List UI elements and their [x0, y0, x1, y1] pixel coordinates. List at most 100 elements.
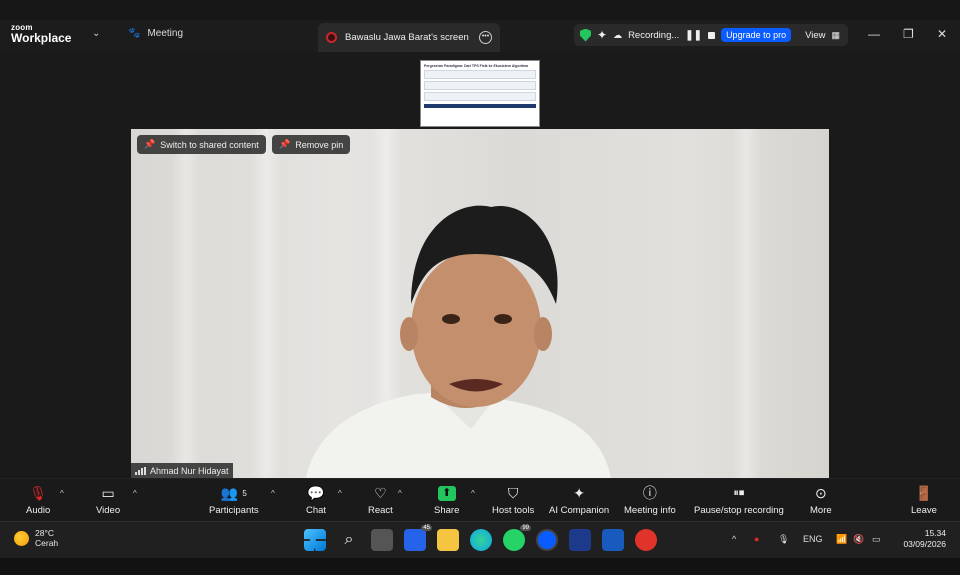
participants-button[interactable]: 👥 5 Participants [209, 483, 259, 517]
participant-name: Ahmad Nur Hidayat [150, 465, 229, 476]
remove-pin-label: Remove pin [295, 139, 344, 150]
bottom-strip [0, 558, 960, 575]
muted-mic-icon: 🎙 [29, 484, 48, 501]
restore-icon[interactable]: ❐ [903, 27, 914, 41]
minimize-icon[interactable]: — [868, 27, 880, 41]
tab-meeting-label: Meeting [147, 28, 184, 39]
pin-icon: 📌 [144, 139, 156, 149]
participants-label: Participants [209, 505, 259, 516]
mic-tray-icon[interactable]: 🎙 [778, 534, 789, 545]
leave-label: Leave [911, 505, 937, 516]
clock-date: 03/09/2026 [903, 539, 946, 550]
weather-condition: Cerah [35, 538, 59, 549]
windows-start-icon[interactable] [304, 529, 326, 551]
ai-sparkle-icon: ✦ [573, 484, 585, 501]
chat-label: Chat [306, 505, 327, 516]
audio-button[interactable]: 🎙 Audio [26, 483, 51, 517]
view-button[interactable]: View [805, 30, 825, 41]
cloud-record-icon: ☁ [613, 29, 623, 40]
participants-count: 5 [242, 488, 247, 498]
title-bar: zoom Workplace ⌄ 🐾 Meeting Bawaslu Jawa … [0, 20, 960, 52]
chat-options-caret-icon[interactable]: ^ [338, 489, 342, 498]
tab-shared-screen[interactable]: Bawaslu Jawa Barat's screen ••• [318, 23, 500, 52]
weather-widget[interactable]: 28°C Cerah [14, 528, 58, 548]
pause-stop-recording-button[interactable]: ⏸⏹ Pause/stop recording [694, 483, 784, 517]
whatsapp-icon[interactable]: 99 [503, 525, 531, 551]
more-options-icon[interactable]: ••• [479, 31, 492, 44]
whatsapp-badge: 99 [520, 525, 531, 531]
react-options-caret-icon[interactable]: ^ [398, 489, 402, 498]
share-arrow-icon: ⬆ [437, 483, 456, 503]
participant-video[interactable]: 📌 Switch to shared content 📌 Remove pin … [131, 129, 829, 478]
heart-icon: ♡ [374, 484, 387, 501]
tab-meeting[interactable]: 🐾 Meeting [128, 28, 183, 39]
thumbnail-footer-bar [424, 104, 536, 108]
app-icon[interactable] [569, 529, 591, 551]
edge-browser-icon[interactable] [470, 529, 492, 551]
recording-label: Recording... [628, 29, 680, 41]
weather-temp: 28°C [35, 528, 54, 538]
chevron-down-icon[interactable]: ⌄ [92, 28, 100, 39]
shared-content-thumbnail[interactable]: Pergeseran Paradigma: Dari TPS Fisik ke … [420, 60, 540, 127]
task-view-icon[interactable] [371, 529, 393, 551]
system-clock[interactable]: 15.34 03/09/2026 [903, 528, 946, 551]
weather-sun-icon [14, 530, 29, 546]
speaker-muted-icon[interactable]: 🔇 [853, 534, 864, 545]
switch-to-shared-content-button[interactable]: 📌 Switch to shared content [137, 135, 266, 154]
pause-icon[interactable]: ❚❚ [685, 30, 702, 41]
file-explorer-icon[interactable] [437, 529, 459, 551]
grid-icon[interactable]: ▦ [832, 30, 841, 41]
react-label: React [368, 505, 393, 516]
react-button[interactable]: ♡ React [368, 483, 393, 517]
tray-app-icon[interactable]: ● [754, 534, 759, 544]
close-icon[interactable]: ✕ [937, 27, 947, 41]
upgrade-button[interactable]: Upgrade to pro [721, 28, 792, 42]
participants-icon: 👥 5 [220, 484, 247, 501]
search-icon[interactable]: ⌕ [338, 529, 360, 551]
presenter-avatar-icon [326, 32, 337, 43]
more-label: More [810, 505, 832, 516]
info-icon: ⓘ [642, 485, 657, 501]
battery-icon[interactable]: ▭ [872, 534, 881, 545]
thumbnail-row [424, 92, 536, 101]
tray-expand-icon[interactable]: ^ [732, 534, 736, 544]
ai-companion-button[interactable]: ✦ AI Companion [549, 483, 609, 517]
video-options-caret-icon[interactable]: ^ [133, 489, 137, 498]
zoom-logo[interactable]: zoom Workplace [11, 24, 72, 45]
meeting-info-label: Meeting info [624, 505, 676, 516]
pdf-reader-icon[interactable] [635, 529, 657, 551]
tab-share-label: Bawaslu Jawa Barat's screen [345, 32, 469, 43]
store-badge: 45 [421, 525, 432, 531]
meeting-info-button[interactable]: ⓘ Meeting info [624, 483, 676, 516]
language-indicator[interactable]: ENG [803, 534, 823, 544]
word-icon[interactable] [602, 529, 624, 551]
pause-stop-icon: ⏸⏹ [733, 486, 745, 499]
share-button[interactable]: ⬆ Share [434, 483, 459, 516]
share-options-caret-icon[interactable]: ^ [471, 489, 475, 498]
video-button[interactable]: ▭ Video [96, 483, 120, 517]
participants-options-caret-icon[interactable]: ^ [271, 489, 275, 498]
logo-bottom: Workplace [11, 31, 72, 45]
participant-name-tag: Ahmad Nur Hidayat [131, 463, 233, 478]
meeting-stage: Pergeseran Paradigma: Dari TPS Fisik ke … [0, 52, 960, 478]
shield-icon[interactable] [580, 28, 591, 42]
host-tools-button[interactable]: ⛉ Host tools [492, 483, 535, 517]
signal-icon [135, 466, 146, 475]
stop-icon[interactable] [708, 31, 716, 39]
store-icon[interactable]: 45 [404, 525, 432, 551]
audio-label: Audio [26, 505, 51, 516]
speaker-figure [306, 205, 611, 478]
more-button[interactable]: ⊙ More [810, 483, 832, 517]
pause-stop-label: Pause/stop recording [694, 505, 784, 516]
remove-pin-button[interactable]: 📌 Remove pin [272, 135, 351, 154]
wifi-icon[interactable]: 📶 [836, 534, 847, 545]
status-bar: ✦ ☁ Recording... ❚❚ Upgrade to pro View … [574, 24, 848, 46]
more-dots-icon: ⊙ [814, 484, 827, 501]
leave-door-icon: 🚪 [915, 484, 933, 501]
audio-options-caret-icon[interactable]: ^ [60, 489, 64, 498]
sparkle-icon[interactable]: ✦ [597, 28, 607, 42]
chat-button[interactable]: 💬 Chat [306, 483, 327, 517]
leave-button[interactable]: 🚪 Leave [911, 483, 937, 517]
host-tools-label: Host tools [492, 505, 535, 516]
zoom-app-icon[interactable] [536, 529, 558, 551]
